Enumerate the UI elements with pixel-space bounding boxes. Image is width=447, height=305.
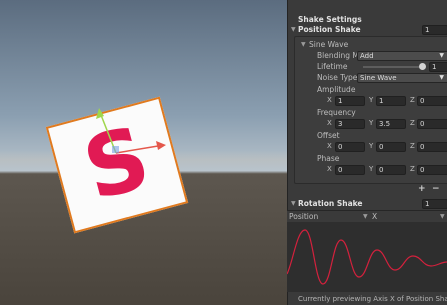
y-axis-label: Y	[369, 165, 374, 173]
gizmo-center-handle[interactable]	[112, 146, 119, 153]
gizmo-y-arrow[interactable]	[96, 108, 104, 119]
offset-vector-row: X 0 Y 0 Z 0	[295, 141, 447, 152]
z-axis-label: Z	[410, 96, 415, 104]
lifetime-slider-track[interactable]	[363, 66, 423, 68]
amplitude-z-field[interactable]: 0	[417, 95, 447, 106]
add-element-button[interactable]: +	[418, 184, 426, 194]
frequency-y-field[interactable]: 3.5	[376, 118, 406, 129]
amplitude-vector-row: X 1 Y 1 Z 0	[295, 95, 447, 106]
phase-label-row: Phase	[295, 153, 447, 164]
phase-x-field[interactable]: 0	[335, 164, 365, 175]
blending-mode-row: Blending Mi Add ▼	[295, 50, 447, 61]
rotation-shake-label: Rotation Shake	[298, 199, 363, 208]
chevron-down-icon: ▼	[440, 213, 445, 220]
x-axis-label: X	[327, 96, 332, 104]
frequency-z-field[interactable]: 0	[417, 118, 447, 129]
blending-mode-value: Add	[360, 51, 374, 60]
amplitude-label-row: Amplitude	[295, 84, 447, 95]
position-shake-count[interactable]: 1	[422, 24, 447, 35]
sine-wave-label: Sine Wave	[309, 40, 349, 49]
position-shake-label: Position Shake	[298, 25, 361, 34]
x-axis-label: X	[327, 165, 332, 173]
position-shake-row[interactable]: ▼ Position Shake 1	[288, 24, 447, 35]
move-gizmo[interactable]	[0, 0, 287, 305]
sine-wave-foldout-icon[interactable]: ▼	[301, 39, 306, 50]
y-axis-label: Y	[369, 96, 374, 104]
lifetime-slider-handle[interactable]	[419, 63, 426, 70]
y-axis-label: Y	[369, 119, 374, 127]
phase-label: Phase	[317, 154, 340, 163]
blending-mode-dropdown[interactable]: Add ▼	[357, 50, 447, 61]
z-axis-label: Z	[410, 165, 415, 173]
offset-x-field[interactable]: 0	[335, 141, 365, 152]
frequency-label-row: Frequency	[295, 107, 447, 118]
noise-type-value: Sine Wave	[360, 73, 397, 82]
preview-curve	[286, 229, 447, 285]
remove-element-button[interactable]: −	[432, 184, 440, 194]
offset-label-row: Offset	[295, 130, 447, 141]
amplitude-y-field[interactable]: 1	[376, 95, 406, 106]
phase-z-field[interactable]: 0	[417, 164, 447, 175]
shake-preview-graph	[286, 222, 447, 292]
foldout-arrow-icon[interactable]: ▼	[291, 198, 296, 209]
chevron-down-icon: ▼	[439, 51, 444, 59]
frequency-x-field[interactable]: 3	[335, 118, 365, 129]
gizmo-x-arrow[interactable]	[156, 141, 166, 150]
y-axis-label: Y	[369, 142, 374, 150]
x-axis-label: X	[327, 142, 332, 150]
rotation-shake-count[interactable]: 1	[422, 198, 447, 209]
sine-wave-row[interactable]: ▼ Sine Wave	[295, 39, 447, 50]
preview-toolbar: Position ▼ X ▼	[287, 211, 447, 222]
offset-z-field[interactable]: 0	[417, 141, 447, 152]
gizmo-x-axis[interactable]	[115, 145, 159, 154]
noise-type-row: Noise Type Sine Wave ▼	[295, 72, 447, 83]
chevron-down-icon: ▼	[363, 213, 368, 220]
amplitude-label: Amplitude	[317, 85, 356, 94]
scene-view[interactable]: S	[0, 0, 287, 305]
x-axis-label: X	[327, 119, 332, 127]
lifetime-row: Lifetime 1	[295, 61, 447, 72]
noise-type-label: Noise Type	[317, 73, 358, 82]
noise-type-dropdown[interactable]: Sine Wave ▼	[357, 72, 447, 83]
offset-y-field[interactable]: 0	[376, 141, 406, 152]
rotation-shake-row[interactable]: ▼ Rotation Shake 1	[288, 198, 447, 209]
amplitude-x-field[interactable]: 1	[335, 95, 365, 106]
frequency-label: Frequency	[317, 108, 356, 117]
lifetime-label: Lifetime	[317, 62, 348, 71]
sine-wave-element: ▼ Sine Wave Blending Mi Add ▼ Lifetime 1…	[294, 36, 447, 184]
frequency-vector-row: X 3 Y 3.5 Z 0	[295, 118, 447, 129]
z-axis-label: Z	[410, 119, 415, 127]
preview-axis-dropdown[interactable]: X	[372, 211, 377, 222]
phase-vector-row: X 0 Y 0 Z 0	[295, 164, 447, 175]
foldout-arrow-icon[interactable]: ▼	[291, 24, 296, 35]
preview-property-dropdown[interactable]: Position	[289, 211, 318, 222]
chevron-down-icon: ▼	[439, 73, 444, 81]
lifetime-value-field[interactable]: 1	[429, 61, 447, 72]
preview-status-text: Currently previewing Axis X of Position …	[298, 295, 447, 303]
blending-mode-label: Blending Mi	[317, 51, 361, 60]
phase-y-field[interactable]: 0	[376, 164, 406, 175]
offset-label: Offset	[317, 131, 340, 140]
z-axis-label: Z	[410, 142, 415, 150]
preview-curve-svg	[286, 229, 447, 285]
